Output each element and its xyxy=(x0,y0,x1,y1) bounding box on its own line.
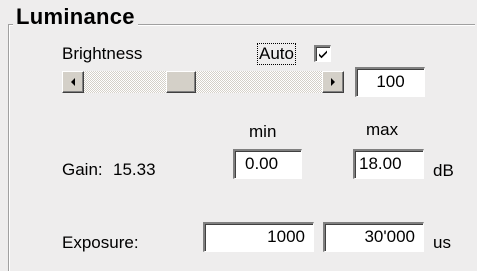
right-arrow-icon xyxy=(331,78,335,86)
brightness-value-field[interactable]: 100 xyxy=(355,67,425,97)
min-header: min xyxy=(249,122,277,141)
gain-value: 15.33 xyxy=(113,160,156,179)
exposure-unit: us xyxy=(433,233,451,252)
exposure-max-field[interactable]: 30'000 xyxy=(323,222,424,252)
gain-label: Gain: xyxy=(62,160,103,179)
left-arrow-icon xyxy=(71,78,75,86)
gain-min-field[interactable]: 0.00 xyxy=(233,149,302,179)
slider-thumb[interactable] xyxy=(166,71,196,93)
auto-checkbox[interactable] xyxy=(314,45,331,62)
gain-max-field[interactable]: 18.00 xyxy=(353,149,424,179)
brightness-slider[interactable] xyxy=(62,71,344,93)
brightness-label: Brightness xyxy=(62,44,143,63)
group-title: Luminance xyxy=(13,4,138,30)
scroll-right-button[interactable] xyxy=(322,71,344,93)
max-header: max xyxy=(366,120,399,139)
scroll-left-button[interactable] xyxy=(62,71,84,93)
checkmark-icon xyxy=(319,50,327,59)
exposure-label: Exposure: xyxy=(62,233,139,252)
auto-checkbox-label[interactable]: Auto xyxy=(257,43,296,65)
exposure-min-field[interactable]: 1000 xyxy=(203,222,314,252)
gain-unit: dB xyxy=(433,161,454,180)
